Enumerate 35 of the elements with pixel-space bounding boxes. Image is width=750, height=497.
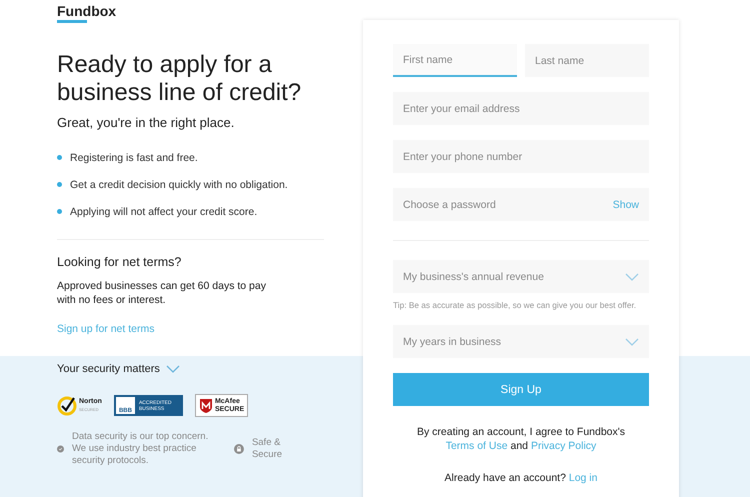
net-terms-link[interactable]: Sign up for net terms bbox=[57, 323, 154, 335]
net-terms-title: Looking for net terms? bbox=[57, 255, 182, 269]
name-field[interactable]: Last name bbox=[525, 44, 649, 77]
input-field[interactable]: Enter your phone number bbox=[393, 140, 649, 173]
bullet-icon bbox=[57, 155, 62, 160]
name-field[interactable]: First name bbox=[393, 44, 517, 77]
benefit-text: Applying will not affect your credit score. bbox=[70, 206, 258, 218]
login-prompt: Already have an account? bbox=[444, 472, 566, 484]
bullet-icon bbox=[57, 209, 62, 214]
show-password-link[interactable]: Show bbox=[612, 198, 639, 210]
subtitle: Great, you're in the right place. bbox=[57, 115, 234, 130]
password-field[interactable]: Choose a password Show bbox=[393, 188, 649, 221]
select-field[interactable]: My years in business bbox=[393, 325, 649, 358]
security-note: Safe & Secure bbox=[252, 437, 284, 461]
terms-link[interactable]: Terms of Use bbox=[446, 440, 508, 452]
chevron-icon bbox=[625, 272, 639, 280]
security-note: Data security is our top concern. We use industry best practice security protocols. bbox=[72, 431, 210, 467]
security-toggle[interactable]: Your security matters bbox=[57, 363, 180, 375]
lock-icon bbox=[234, 441, 244, 457]
chevron-icon bbox=[625, 338, 639, 346]
select-field[interactable]: My business's annual revenue bbox=[393, 260, 649, 293]
input-field[interactable]: Enter your email address bbox=[393, 92, 649, 125]
benefit-text: Get a credit decision quickly with no obligation. bbox=[70, 178, 288, 190]
chevron-icon bbox=[166, 365, 180, 373]
benefit-text: Registering is fast and free. bbox=[70, 152, 198, 164]
and-text: and bbox=[510, 440, 528, 452]
net-terms-text: Approved businesses can get 60 days to pay with no fees or interest. bbox=[57, 279, 267, 307]
agreement-text: By creating an account, I agree to Fundbox's bbox=[416, 426, 626, 438]
tip-text: Tip: Be as accurate as possible, so we can give you our best offer. bbox=[392, 300, 638, 310]
login-link[interactable]: Log in bbox=[568, 472, 598, 484]
heading: Ready to apply for a business line of credit? bbox=[57, 51, 302, 107]
logo[interactable]: Fundbox bbox=[57, 4, 116, 23]
privacy-link[interactable]: Privacy Policy bbox=[530, 440, 596, 452]
bullet-icon bbox=[57, 182, 62, 187]
sign-up-button[interactable]: Sign Up bbox=[393, 373, 649, 406]
